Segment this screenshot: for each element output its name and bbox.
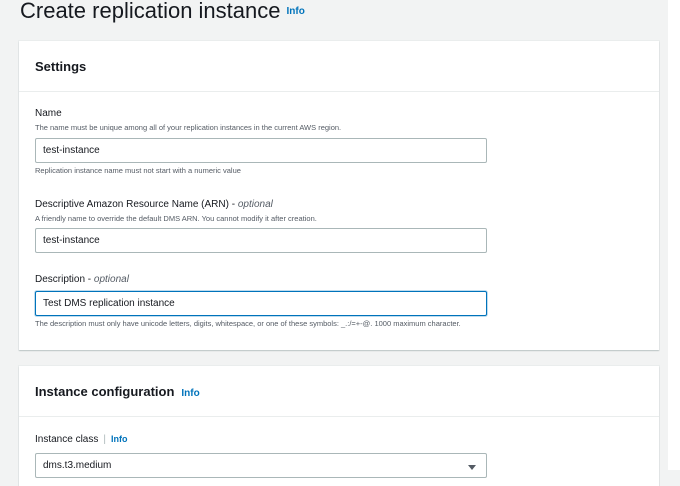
- instance-class-field: Instance class | Info dms.t3.medium: [35, 433, 487, 478]
- page-title-info-link[interactable]: Info: [286, 6, 304, 17]
- description-optional-text: optional: [93, 274, 129, 285]
- description-label: Description - optional: [35, 273, 487, 286]
- arn-field: Descriptive Amazon Resource Name (ARN) -…: [35, 198, 487, 253]
- page-title: Create replication instance Info: [20, 0, 305, 27]
- arn-label: Descriptive Amazon Resource Name (ARN) -…: [35, 198, 487, 211]
- instance-class-divider: |: [103, 434, 106, 445]
- instance-class-label: Instance class | Info: [35, 433, 487, 446]
- settings-panel-title: Settings: [35, 58, 87, 74]
- name-input[interactable]: test-instance: [35, 138, 487, 163]
- caret-down-icon: [468, 465, 476, 470]
- description-label-text: Description -: [35, 274, 94, 285]
- page-title-text: Create replication instance: [20, 0, 281, 23]
- settings-panel: Settings Name The name must be unique am…: [19, 41, 659, 350]
- right-rail: [668, 0, 680, 470]
- name-hint: Replication instance name must not start…: [35, 166, 241, 175]
- name-field: Name The name must be unique among all o…: [35, 107, 487, 176]
- instance-config-panel-title: Instance configuration Info: [35, 384, 200, 399]
- description-input[interactable]: Test DMS replication instance: [35, 291, 487, 316]
- settings-panel-header: Settings: [19, 41, 659, 92]
- description-hint: The description must only have unicode l…: [35, 319, 461, 328]
- arn-label-text: Descriptive Amazon Resource Name (ARN) -: [35, 199, 238, 210]
- instance-class-info-link[interactable]: Info: [111, 434, 128, 444]
- instance-config-info-link[interactable]: Info: [181, 388, 199, 399]
- name-label: Name: [35, 108, 62, 119]
- description-field: Description - optional Test DMS replicat…: [35, 273, 487, 329]
- instance-class-select[interactable]: dms.t3.medium: [35, 453, 487, 478]
- arn-optional-text: optional: [237, 199, 273, 210]
- arn-description: A friendly name to override the default …: [35, 214, 317, 223]
- instance-class-label-text: Instance class: [35, 434, 99, 445]
- name-description: The name must be unique among all of you…: [35, 123, 342, 132]
- arn-input[interactable]: test-instance: [35, 228, 487, 253]
- instance-class-value: dms.t3.medium: [43, 460, 112, 471]
- instance-config-title-text: Instance configuration: [35, 383, 175, 399]
- instance-config-panel-header: Instance configuration Info: [19, 366, 659, 417]
- instance-config-panel: Instance configuration Info Instance clas…: [19, 366, 659, 486]
